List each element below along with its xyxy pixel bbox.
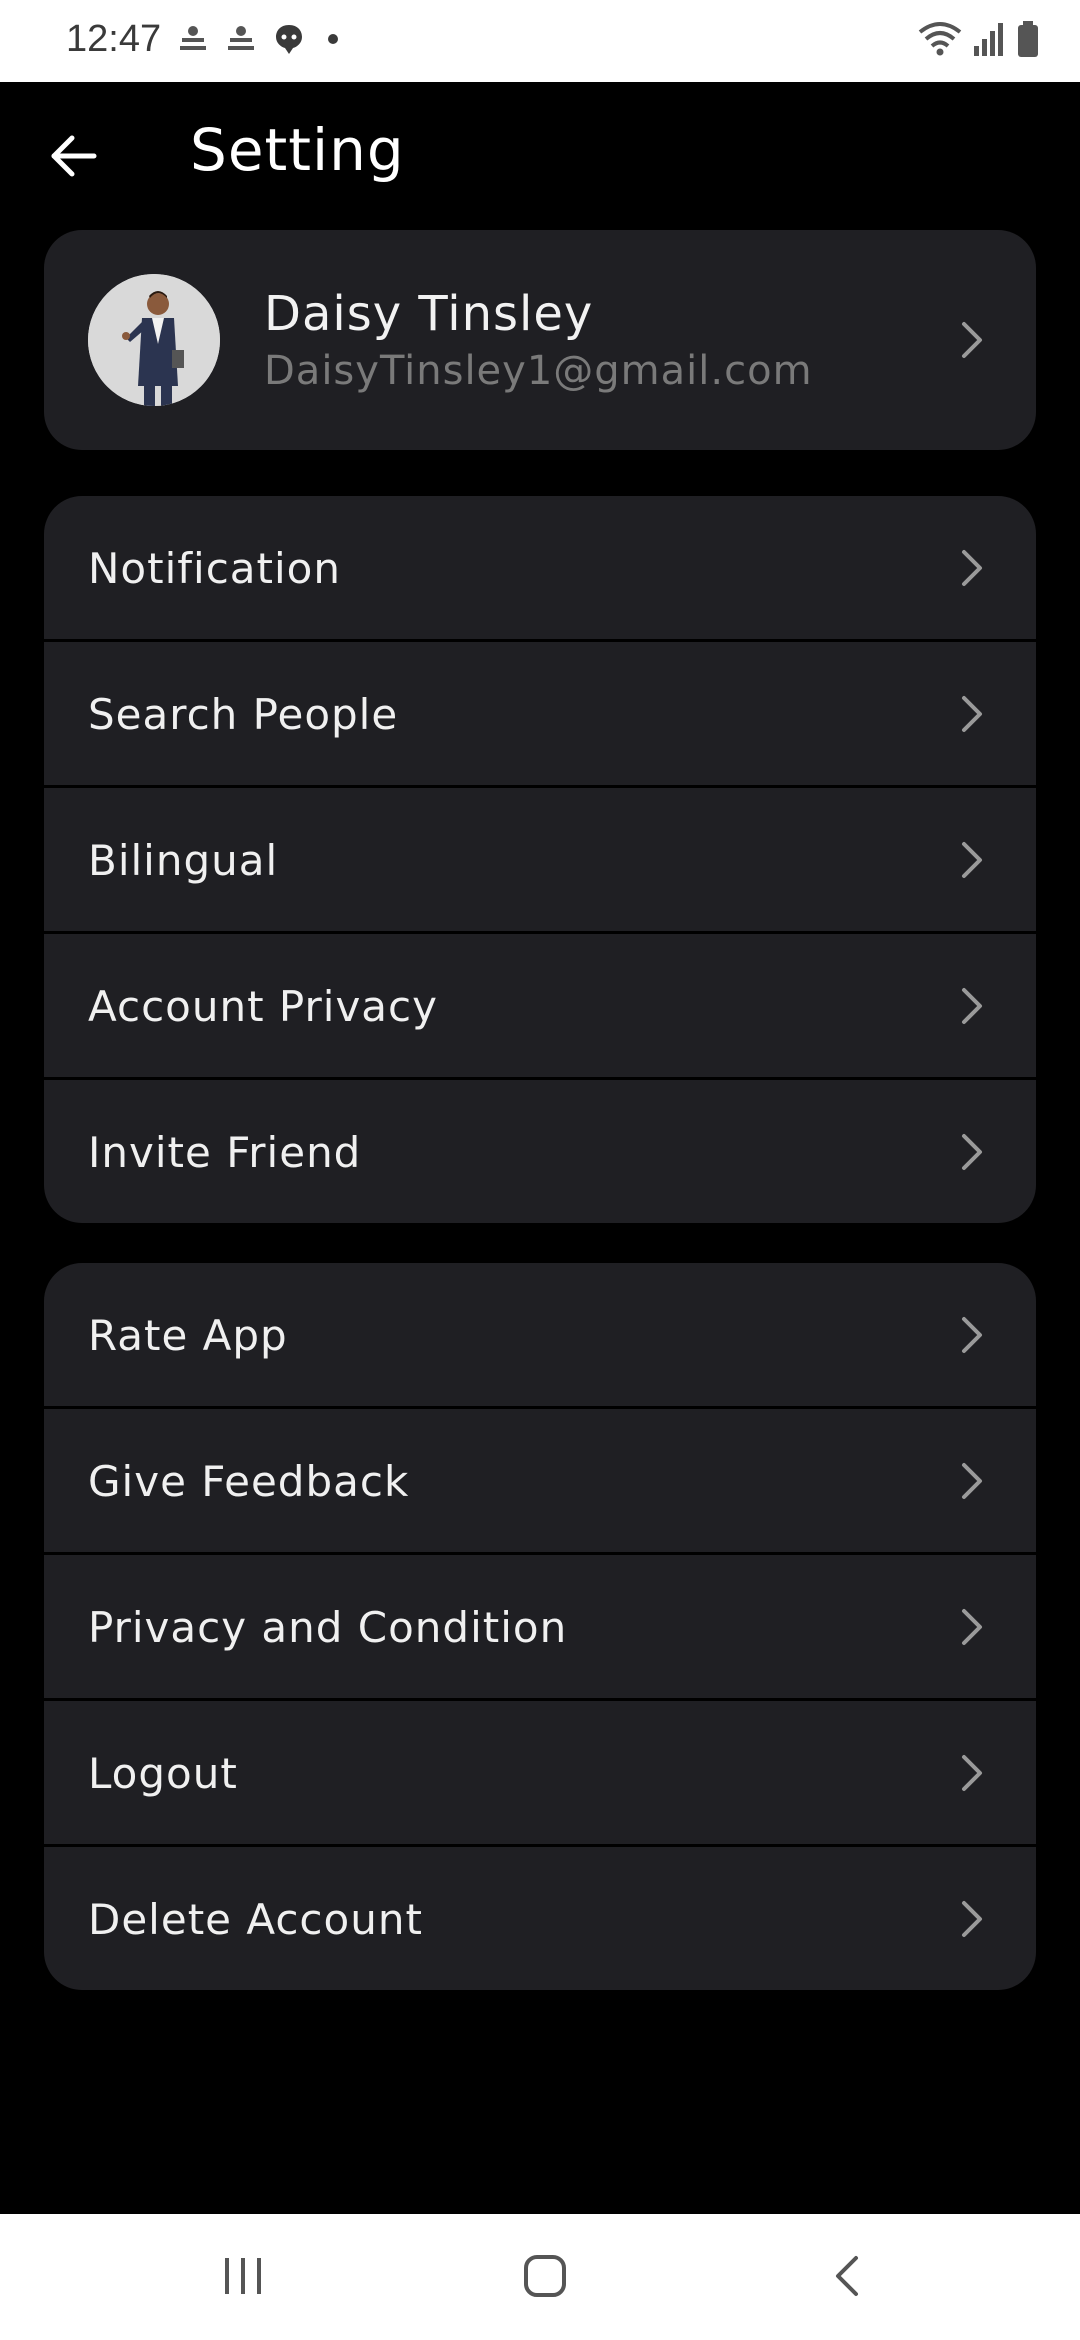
menu-item-bilingual[interactable]: Bilingual (44, 785, 1036, 931)
status-bar: 12:47 (0, 0, 1080, 82)
notification-app-icon (228, 26, 254, 50)
chevron-right-icon (962, 1901, 982, 1937)
chevron-right-icon (962, 842, 982, 878)
menu-item-label: Rate App (88, 1311, 288, 1360)
arrow-left-icon (51, 135, 97, 177)
menu-item-label: Notification (88, 544, 341, 593)
menu-item-give-feedback[interactable]: Give Feedback (44, 1406, 1036, 1552)
nav-recents-button[interactable] (208, 2244, 278, 2308)
nav-back-button[interactable] (812, 2244, 882, 2308)
menu-item-notification[interactable]: Notification (44, 496, 1036, 639)
chevron-right-icon (962, 1134, 982, 1170)
settings-group-general: Notification Search People Bilingual Acc… (44, 496, 1036, 1223)
status-system-icons (918, 20, 1040, 58)
menu-item-account-privacy[interactable]: Account Privacy (44, 931, 1036, 1077)
notification-app-icon (180, 26, 206, 50)
menu-item-label: Give Feedback (88, 1457, 410, 1506)
menu-item-label: Invite Friend (88, 1128, 362, 1177)
home-icon (524, 2255, 566, 2297)
chevron-right-icon (962, 550, 982, 586)
chevron-right-icon (962, 1755, 982, 1791)
back-button[interactable] (46, 128, 102, 184)
status-notification-icons (176, 22, 338, 56)
chevron-right-icon (962, 988, 982, 1024)
system-nav-bar (0, 2214, 1080, 2340)
profile-name: Daisy Tinsley (264, 286, 594, 342)
chevron-right-icon (962, 1463, 982, 1499)
menu-item-delete-account[interactable]: Delete Account (44, 1844, 1036, 1990)
menu-item-logout[interactable]: Logout (44, 1698, 1036, 1844)
menu-item-label: Delete Account (88, 1895, 423, 1944)
chevron-right-icon (962, 322, 982, 358)
menu-item-search-people[interactable]: Search People (44, 639, 1036, 785)
recents-icon (225, 2258, 261, 2294)
menu-item-rate-app[interactable]: Rate App (44, 1263, 1036, 1406)
signal-icon (974, 23, 1003, 56)
page-title: Setting (190, 116, 405, 184)
app-header: Setting (0, 82, 1080, 232)
chevron-right-icon (962, 696, 982, 732)
profile-email: DaisyTinsley1@gmail.com (264, 348, 813, 394)
chevron-right-icon (962, 1317, 982, 1353)
menu-item-label: Privacy and Condition (88, 1603, 568, 1652)
wifi-icon (918, 22, 962, 56)
status-time: 12:47 (66, 18, 162, 60)
back-icon (836, 2256, 858, 2296)
avatar-image (88, 274, 220, 406)
settings-group-app: Rate App Give Feedback Privacy and Condi… (44, 1263, 1036, 1990)
menu-item-label: Account Privacy (88, 982, 438, 1031)
more-notifications-dot (328, 34, 338, 44)
profile-card[interactable]: Daisy Tinsley DaisyTinsley1@gmail.com (44, 230, 1036, 450)
battery-icon (1018, 21, 1038, 57)
chat-bubble-icon (276, 25, 302, 54)
menu-item-label: Search People (88, 690, 399, 739)
nav-home-button[interactable] (510, 2244, 580, 2308)
menu-item-privacy-and-condition[interactable]: Privacy and Condition (44, 1552, 1036, 1698)
menu-item-invite-friend[interactable]: Invite Friend (44, 1077, 1036, 1223)
chevron-right-icon (962, 1609, 982, 1645)
menu-item-label: Bilingual (88, 836, 279, 885)
menu-item-label: Logout (88, 1749, 238, 1798)
avatar (88, 274, 220, 406)
